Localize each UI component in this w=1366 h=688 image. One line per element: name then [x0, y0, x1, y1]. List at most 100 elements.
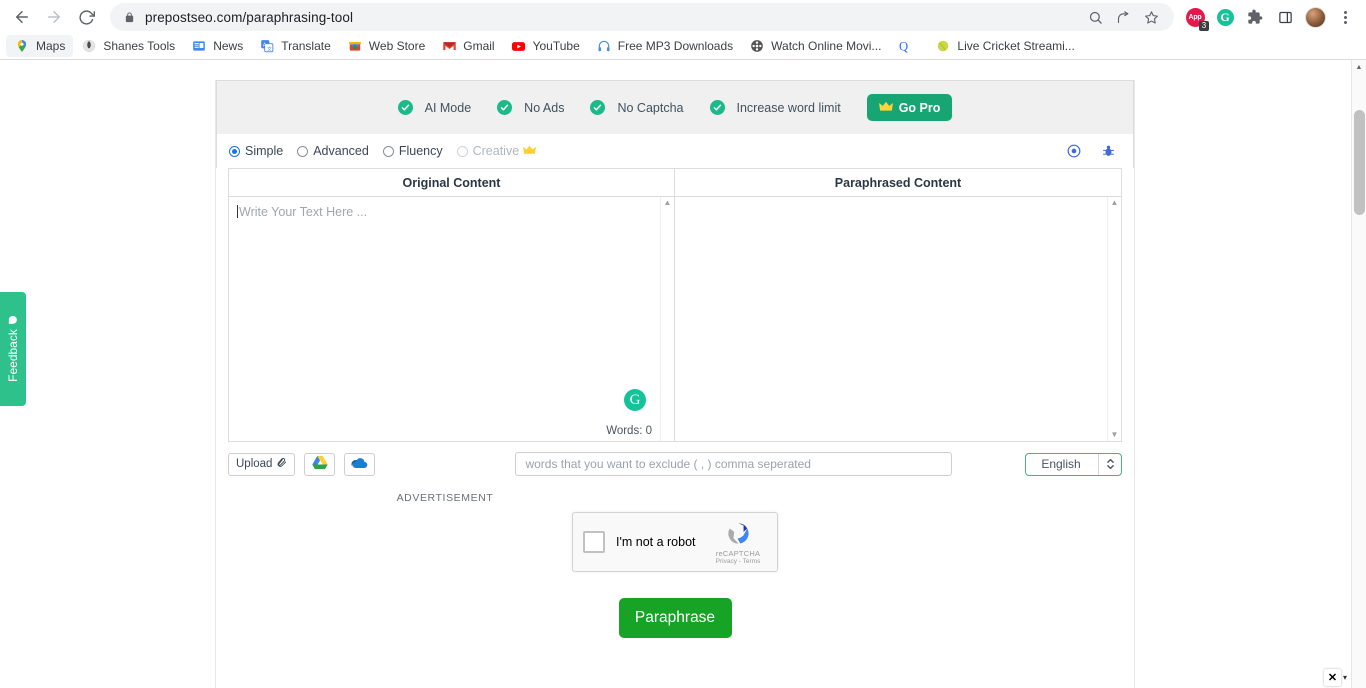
scroll-down-icon[interactable]: ▼ [1111, 431, 1119, 439]
mode-option-advanced[interactable]: Advanced [297, 144, 369, 158]
mode-label: Creative [472, 144, 520, 158]
advertisement-label: ADVERTISEMENT [396, 492, 494, 504]
reload-button[interactable] [72, 3, 100, 31]
google-drive-button[interactable] [304, 452, 336, 476]
avatar [1304, 6, 1326, 28]
bookmark-maps[interactable]: Maps [6, 35, 74, 57]
original-panel-scrollbar[interactable]: ▲ [660, 197, 674, 441]
original-content-body[interactable]: Write Your Text Here ... ▲ G Words: 0 [229, 197, 674, 441]
settings-circle-icon[interactable] [1067, 144, 1081, 158]
mode-option-creative[interactable]: Creative [456, 144, 537, 158]
bookmark-watch-online-movies[interactable]: Watch Online Movi... [741, 35, 889, 57]
text-caret [237, 205, 238, 218]
bookmark-label: Shanes Tools [103, 39, 176, 53]
bookmark-news[interactable]: News [183, 35, 251, 57]
puzzle-extensions-icon[interactable] [1242, 4, 1268, 30]
recaptcha-branding: reCAPTCHA Privacy - Terms [709, 520, 767, 565]
svg-text:Q: Q [899, 40, 908, 54]
feedback-tab[interactable]: Feedback [0, 292, 26, 406]
google-translate-icon: A文 [259, 38, 275, 54]
paperclip-icon [276, 457, 287, 471]
recaptcha-widget[interactable]: I'm not a robot reCAPTCHA Privacy - Term… [572, 512, 778, 572]
onedrive-button[interactable] [344, 452, 376, 476]
language-select[interactable]: English [1025, 452, 1122, 476]
bookmark-web-store[interactable]: Web Store [339, 35, 433, 57]
bookmark-label: Live Cricket Streami... [957, 39, 1075, 53]
bookmark-label: Free MP3 Downloads [617, 39, 734, 53]
back-button[interactable] [8, 3, 36, 31]
crown-icon [878, 101, 893, 115]
share-icon[interactable] [1110, 4, 1136, 30]
chevron-down-icon[interactable]: ▾ [1343, 673, 1347, 682]
scroll-up-icon[interactable]: ▲ [664, 199, 672, 207]
ad-close-widget[interactable]: ✕ ▾ [1323, 669, 1347, 686]
maps-pin-icon [14, 38, 30, 54]
chevron-updown-icon [1099, 457, 1121, 471]
bookmark-translate[interactable]: A文 Translate [251, 35, 339, 57]
recaptcha-checkbox[interactable] [583, 531, 605, 553]
radio-simple[interactable] [229, 145, 240, 157]
recaptcha-label: I'm not a robot [616, 535, 696, 549]
radio-advanced[interactable] [297, 145, 309, 157]
grammarly-extension-icon[interactable]: G [1212, 4, 1238, 30]
onedrive-cloud-icon [351, 457, 368, 472]
bookmark-star-icon[interactable] [1138, 4, 1164, 30]
mode-option-fluency[interactable]: Fluency [382, 144, 443, 158]
grammarly-icon[interactable]: G [624, 389, 646, 411]
close-icon[interactable]: ✕ [1323, 669, 1341, 686]
paraphrase-button[interactable]: Paraphrase [618, 598, 732, 638]
bookmark-gmail[interactable]: Gmail [433, 35, 502, 57]
sidepanel-icon[interactable] [1272, 4, 1298, 30]
radio-creative[interactable] [456, 145, 468, 157]
svg-text:A: A [263, 42, 267, 48]
address-bar[interactable]: prepostseo.com/paraphrasing-tool [110, 3, 1174, 31]
bookmark-label: Translate [281, 39, 331, 53]
mode-option-simple[interactable]: Simple [229, 144, 283, 158]
go-pro-button[interactable]: Go Pro [866, 94, 953, 121]
original-content-panel: Original Content Write Your Text Here ..… [229, 169, 675, 441]
mode-label: Advanced [313, 144, 369, 158]
extensions-area: App 3 G [1182, 4, 1358, 31]
scroll-up-icon[interactable]: ▲ [1352, 60, 1366, 74]
browser-toolbar: prepostseo.com/paraphrasing-tool App 3 G [0, 0, 1366, 32]
chrome-web-store-icon [347, 38, 363, 54]
report-bug-icon[interactable] [1101, 144, 1115, 158]
google-drive-icon [312, 455, 328, 473]
forward-button[interactable] [40, 3, 68, 31]
scroll-up-icon[interactable]: ▲ [1111, 199, 1119, 207]
language-selected-label: English [1041, 457, 1081, 471]
bookmark-label: News [213, 39, 244, 53]
globe-icon [81, 38, 97, 54]
original-textarea-placeholder: Write Your Text Here ... [239, 205, 368, 219]
lock-icon [124, 11, 135, 24]
page-scrollbar[interactable]: ▲ [1351, 60, 1366, 688]
svg-text:文: 文 [267, 45, 272, 52]
bookmark-shanes-tools[interactable]: Shanes Tools [73, 35, 183, 57]
upload-button[interactable]: Upload [228, 452, 296, 476]
premium-feature-bar: AI Mode No Ads No Captcha Increase word … [216, 80, 1134, 134]
profile-avatar[interactable] [1302, 4, 1328, 30]
zoom-search-icon[interactable] [1082, 4, 1108, 30]
mode-label: Simple [245, 144, 284, 158]
bookmark-youtube[interactable]: YouTube [503, 35, 588, 57]
check-circle-icon [590, 100, 606, 115]
app-extension-icon[interactable]: App 3 [1182, 4, 1209, 31]
reload-icon [78, 9, 95, 26]
paraphrased-panel-scrollbar[interactable]: ▲ ▼ [1107, 197, 1121, 441]
recaptcha-area: I'm not a robot reCAPTCHA Privacy - Term… [216, 512, 1134, 572]
exclude-words-input[interactable] [515, 452, 953, 476]
chrome-menu-icon[interactable] [1332, 4, 1358, 30]
scrollbar-thumb[interactable] [1354, 110, 1365, 215]
headphones-icon [596, 38, 612, 54]
feature-ai-mode: AI Mode [397, 100, 471, 115]
radio-fluency[interactable] [382, 145, 394, 157]
bookmark-live-cricket-streaming[interactable]: Live Cricket Streami... [927, 35, 1082, 57]
recaptcha-terms[interactable]: Privacy - Terms [716, 558, 761, 565]
bookmark-quora[interactable]: Q [889, 35, 927, 57]
browser-chrome: prepostseo.com/paraphrasing-tool App 3 G [0, 0, 1366, 60]
feedback-label: Feedback [6, 329, 21, 382]
paraphrased-content-body[interactable]: ▲ ▼ [675, 197, 1121, 441]
page-canvas: AI Mode No Ads No Captcha Increase word … [0, 60, 1351, 688]
bookmark-label: Gmail [463, 39, 495, 53]
bookmark-free-mp3-downloads[interactable]: Free MP3 Downloads [588, 35, 741, 57]
